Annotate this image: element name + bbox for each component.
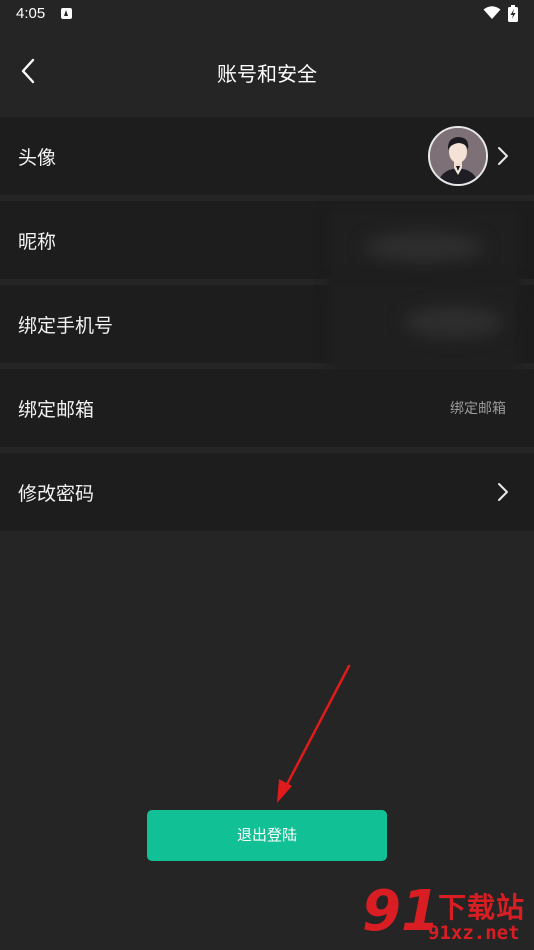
watermark-logo: 91 下载站 91xz.net [362, 882, 532, 948]
annotation-arrow [277, 664, 351, 803]
watermark-name: 下载站 [438, 891, 526, 924]
logout-button[interactable]: 退出登陆 [147, 810, 387, 861]
watermark-url: 91xz.net [428, 922, 520, 944]
